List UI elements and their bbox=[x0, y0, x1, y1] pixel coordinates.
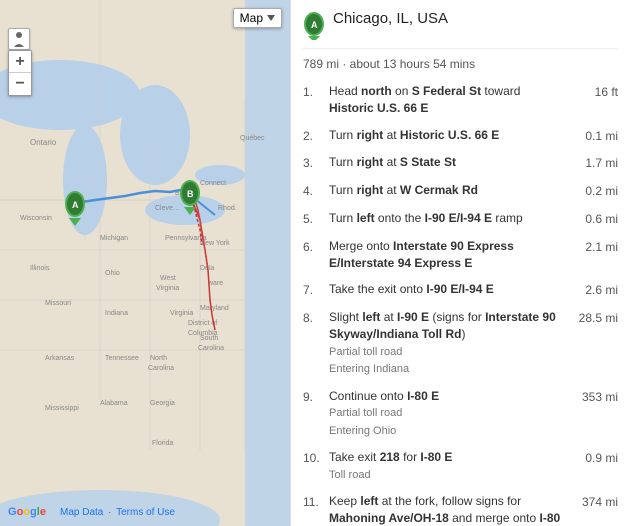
step-5-dist: 0.6 mi bbox=[568, 210, 618, 228]
destination-title: Chicago, IL, USA bbox=[333, 10, 448, 27]
svg-text:A: A bbox=[311, 20, 318, 30]
svg-text:Tennessee: Tennessee bbox=[105, 355, 139, 362]
svg-text:Rhod.: Rhod. bbox=[218, 205, 237, 212]
svg-text:B: B bbox=[187, 189, 194, 199]
step-9-text: Continue onto I-80 E Partial toll road E… bbox=[329, 388, 562, 440]
svg-text:West: West bbox=[160, 275, 176, 282]
svg-text:Arkansas: Arkansas bbox=[45, 355, 75, 362]
svg-text:Virginia: Virginia bbox=[156, 285, 179, 292]
step-3: 3. Turn right at S State St 1.7 mi bbox=[303, 154, 618, 172]
destination-header: A Chicago, IL, USA bbox=[303, 10, 618, 49]
step-7-text: Take the exit onto I-90 E/I-94 E bbox=[329, 281, 562, 299]
step-7-num: 7. bbox=[303, 281, 323, 299]
svg-text:Cleve…: Cleve… bbox=[155, 205, 180, 212]
svg-text:Carolina: Carolina bbox=[148, 365, 174, 372]
svg-text:Alabama: Alabama bbox=[100, 400, 128, 407]
step-4-dist: 0.2 mi bbox=[568, 182, 618, 200]
map-type-select[interactable]: Map bbox=[233, 8, 282, 28]
zoom-in-button[interactable]: + bbox=[9, 51, 31, 73]
map-type-arrow-icon bbox=[267, 15, 275, 21]
svg-text:Florida: Florida bbox=[152, 440, 174, 447]
terms-link[interactable]: Terms of Use bbox=[116, 507, 175, 518]
svg-text:Québec: Québec bbox=[240, 135, 265, 142]
svg-text:Virginia: Virginia bbox=[170, 310, 193, 317]
step-2: 2. Turn right at Historic U.S. 66 E 0.1 … bbox=[303, 127, 618, 145]
step-2-num: 2. bbox=[303, 127, 323, 145]
step-6: 6. Merge onto Interstate 90 Express E/In… bbox=[303, 238, 618, 272]
svg-text:Mississippi: Mississippi bbox=[45, 405, 79, 412]
svg-text:Wisconsin: Wisconsin bbox=[20, 215, 52, 222]
step-10-text: Take exit 218 for I-80 E Toll road bbox=[329, 449, 562, 483]
step-9-num: 9. bbox=[303, 388, 323, 440]
svg-text:Michigan: Michigan bbox=[100, 235, 128, 242]
step-8-text: Slight left at I-90 E (signs for Interst… bbox=[329, 309, 562, 377]
svg-text:North: North bbox=[150, 355, 167, 362]
step-2-text: Turn right at Historic U.S. 66 E bbox=[329, 127, 562, 145]
step-5-text: Turn left onto the I-90 E/I-94 E ramp bbox=[329, 210, 562, 228]
google-logo: Google bbox=[8, 506, 46, 518]
step-4-text: Turn right at W Cermak Rd bbox=[329, 182, 562, 200]
step-1-text: Head north on S Federal St toward Histor… bbox=[329, 83, 562, 117]
step-3-dist: 1.7 mi bbox=[568, 154, 618, 172]
step-9-dist: 353 mi bbox=[568, 388, 618, 440]
map-container: Ontario Wisconsin Illinois Michigan Ohio… bbox=[0, 0, 290, 526]
step-9-sub1: Partial toll road bbox=[329, 406, 562, 421]
step-9-sub2: Entering Ohio bbox=[329, 424, 562, 439]
step-5-num: 5. bbox=[303, 210, 323, 228]
step-1-num: 1. bbox=[303, 83, 323, 117]
pegman-icon[interactable] bbox=[8, 28, 30, 50]
svg-text:Carolina: Carolina bbox=[198, 345, 224, 352]
step-1: 1. Head north on S Federal St toward His… bbox=[303, 83, 618, 117]
zoom-out-button[interactable]: − bbox=[9, 73, 31, 95]
map-links: Map Data · Terms of Use bbox=[60, 507, 175, 518]
step-4-num: 4. bbox=[303, 182, 323, 200]
step-8-sub1: Partial toll road bbox=[329, 345, 562, 360]
svg-text:Missouri: Missouri bbox=[45, 300, 72, 307]
step-6-text: Merge onto Interstate 90 Express E/Inter… bbox=[329, 238, 562, 272]
step-10-num: 10. bbox=[303, 449, 323, 483]
map-svg: Ontario Wisconsin Illinois Michigan Ohio… bbox=[0, 0, 290, 526]
svg-text:Maryland: Maryland bbox=[200, 305, 229, 312]
destination-pin-icon: A bbox=[303, 12, 325, 40]
step-8-num: 8. bbox=[303, 309, 323, 377]
svg-text:Georgia: Georgia bbox=[150, 400, 175, 407]
duration-line: 789 mi · about 13 hours 54 mins bbox=[303, 57, 618, 71]
step-9: 9. Continue onto I-80 E Partial toll roa… bbox=[303, 388, 618, 440]
step-8: 8. Slight left at I-90 E (signs for Inte… bbox=[303, 309, 618, 377]
step-11-text: Keep left at the fork, follow signs for … bbox=[329, 493, 562, 526]
step-8-dist: 28.5 mi bbox=[568, 309, 618, 377]
svg-text:A: A bbox=[72, 200, 79, 210]
directions-panel: A Chicago, IL, USA 789 mi · about 13 hou… bbox=[290, 0, 630, 526]
map-data-link[interactable]: Map Data bbox=[60, 507, 103, 518]
zoom-controls: + − bbox=[8, 50, 32, 96]
step-1-dist: 16 ft bbox=[568, 83, 618, 117]
svg-text:Columbia: Columbia bbox=[188, 330, 218, 337]
steps-list: 1. Head north on S Federal St toward His… bbox=[303, 83, 618, 526]
svg-text:Ohio: Ohio bbox=[105, 270, 120, 277]
step-10: 10. Take exit 218 for I-80 E Toll road 0… bbox=[303, 449, 618, 483]
svg-text:Connect: Connect bbox=[200, 180, 226, 187]
step-3-num: 3. bbox=[303, 154, 323, 172]
step-7: 7. Take the exit onto I-90 E/I-94 E 2.6 … bbox=[303, 281, 618, 299]
step-2-dist: 0.1 mi bbox=[568, 127, 618, 145]
step-11-dist: 374 mi bbox=[568, 493, 618, 526]
svg-text:Indiana: Indiana bbox=[105, 310, 128, 317]
svg-text:Illinois: Illinois bbox=[30, 265, 50, 272]
step-6-dist: 2.1 mi bbox=[568, 238, 618, 272]
step-10-dist: 0.9 mi bbox=[568, 449, 618, 483]
step-11-num: 11. bbox=[303, 493, 323, 526]
step-7-dist: 2.6 mi bbox=[568, 281, 618, 299]
svg-text:Ontario: Ontario bbox=[30, 138, 57, 147]
map-type-label: Map bbox=[240, 11, 263, 25]
step-5: 5. Turn left onto the I-90 E/I-94 E ramp… bbox=[303, 210, 618, 228]
step-3-text: Turn right at S State St bbox=[329, 154, 562, 172]
step-11: 11. Keep left at the fork, follow signs … bbox=[303, 493, 618, 526]
step-6-num: 6. bbox=[303, 238, 323, 272]
step-4: 4. Turn right at W Cermak Rd 0.2 mi bbox=[303, 182, 618, 200]
map-controls: Map bbox=[233, 8, 282, 28]
step-8-sub2: Entering Indiana bbox=[329, 362, 562, 377]
separator: · bbox=[108, 507, 111, 518]
step-10-sub1: Toll road bbox=[329, 468, 562, 483]
